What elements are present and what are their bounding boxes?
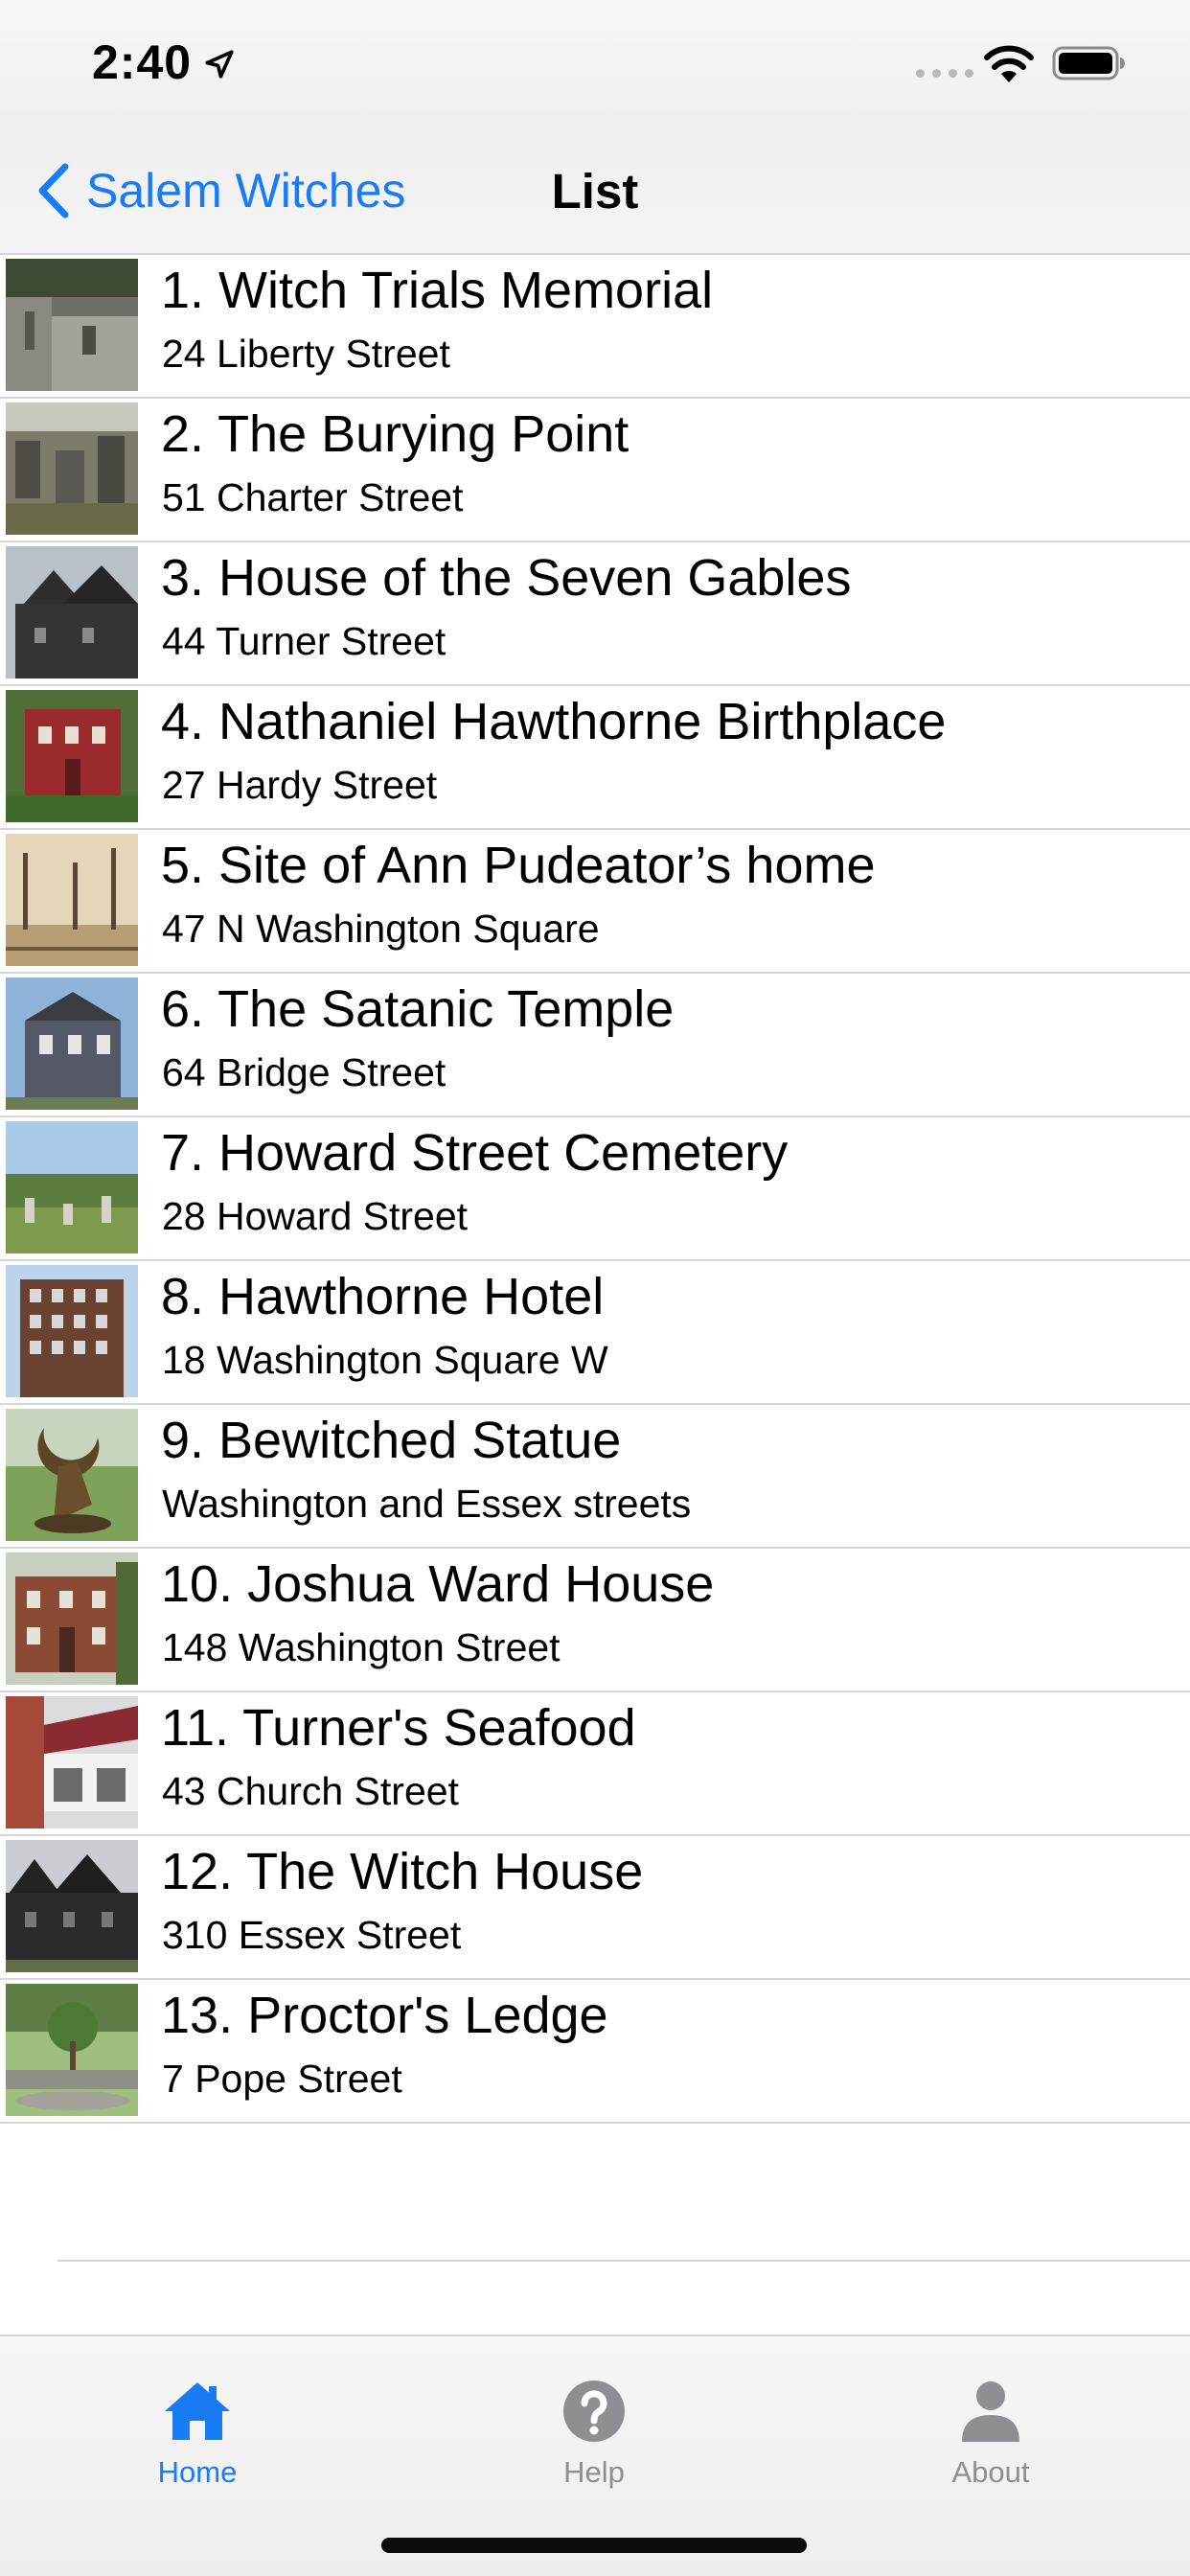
- place-thumbnail: [6, 1696, 138, 1828]
- place-address: 18 Washington Square W: [162, 1338, 608, 1382]
- tab-help[interactable]: Help: [498, 2356, 690, 2499]
- list-item[interactable]: 8. Hawthorne Hotel 18 Washington Square …: [0, 1261, 1190, 1405]
- place-address: 51 Charter Street: [162, 475, 464, 519]
- place-title: 9. Bewitched Statue: [161, 1412, 622, 1469]
- place-title: 11. Turner's Seafood: [161, 1699, 636, 1757]
- wifi-icon: [984, 45, 1034, 82]
- place-thumbnail: [6, 978, 138, 1110]
- list-item[interactable]: 11. Turner's Seafood 43 Church Street: [0, 1692, 1190, 1836]
- place-title: 5. Site of Ann Pudeator’s home: [161, 837, 876, 894]
- place-thumbnail: [6, 1840, 138, 1972]
- page-title: List: [551, 164, 639, 218]
- list-item[interactable]: 10. Joshua Ward House 148 Washington Str…: [0, 1549, 1190, 1692]
- place-title: 13. Proctor's Ledge: [161, 1987, 608, 2044]
- empty-row-separator: [57, 2260, 1190, 2262]
- place-title: 7. Howard Street Cemetery: [161, 1124, 789, 1182]
- battery-icon: [1052, 46, 1125, 80]
- place-address: 43 Church Street: [162, 1769, 459, 1813]
- list-item[interactable]: 4. Nathaniel Hawthorne Birthplace 27 Har…: [0, 686, 1190, 830]
- place-thumbnail: [6, 259, 138, 391]
- list-item[interactable]: 2. The Burying Point 51 Charter Street: [0, 399, 1190, 542]
- place-thumbnail: [6, 834, 138, 966]
- place-address: 7 Pope Street: [162, 2057, 402, 2101]
- status-time: 2:40: [92, 35, 193, 89]
- place-address: Washington and Essex streets: [162, 1482, 692, 1526]
- place-thumbnail: [6, 1121, 138, 1254]
- list-item[interactable]: 12. The Witch House 310 Essex Street: [0, 1836, 1190, 1980]
- place-address: 310 Essex Street: [162, 1913, 462, 1957]
- cellular-signal-icon: [916, 69, 973, 78]
- place-address: 28 Howard Street: [162, 1194, 469, 1238]
- place-thumbnail: [6, 1265, 138, 1397]
- top-bar: 2:40 Salem Witches List: [0, 0, 1190, 255]
- place-thumbnail: [6, 1409, 138, 1541]
- home-indicator[interactable]: [381, 2538, 807, 2553]
- tab-about-label: About: [951, 2455, 1030, 2489]
- person-icon: [962, 2381, 1019, 2442]
- place-address: 24 Liberty Street: [162, 332, 450, 376]
- list-item[interactable]: 5. Site of Ann Pudeator’s home 47 N Wash…: [0, 830, 1190, 974]
- place-title: 12. The Witch House: [161, 1843, 644, 1900]
- place-title: 6. The Satanic Temple: [161, 980, 675, 1038]
- place-thumbnail: [6, 546, 138, 678]
- place-title: 1. Witch Trials Memorial: [161, 262, 714, 319]
- list-item[interactable]: 6. The Satanic Temple 64 Bridge Street: [0, 974, 1190, 1117]
- tab-home-label: Home: [157, 2455, 238, 2489]
- place-address: 148 Washington Street: [162, 1625, 561, 1669]
- place-title: 10. Joshua Ward House: [161, 1555, 715, 1613]
- question-circle-icon: [563, 2380, 625, 2442]
- list-item[interactable]: 1. Witch Trials Memorial 24 Liberty Stre…: [0, 255, 1190, 399]
- place-address: 27 Hardy Street: [162, 763, 438, 807]
- location-arrow-icon: [205, 50, 234, 79]
- place-address: 47 N Washington Square: [162, 907, 600, 951]
- list-item[interactable]: 7. Howard Street Cemetery 28 Howard Stre…: [0, 1117, 1190, 1261]
- place-thumbnail: [6, 402, 138, 535]
- place-thumbnail: [6, 1552, 138, 1685]
- place-title: 2. The Burying Point: [161, 405, 629, 463]
- place-address: 64 Bridge Street: [162, 1050, 446, 1094]
- list-item[interactable]: 3. House of the Seven Gables 44 Turner S…: [0, 542, 1190, 686]
- list-item[interactable]: 9. Bewitched Statue Washington and Essex…: [0, 1405, 1190, 1549]
- place-title: 4. Nathaniel Hawthorne Birthplace: [161, 693, 947, 750]
- places-list: 1. Witch Trials Memorial 24 Liberty Stre…: [0, 255, 1190, 2124]
- place-address: 44 Turner Street: [162, 619, 446, 663]
- list-item[interactable]: 13. Proctor's Ledge 7 Pope Street: [0, 1980, 1190, 2124]
- app-screen: 2:40 Salem Witches List 1. Witch Trials …: [0, 0, 1190, 2576]
- house-icon: [165, 2382, 230, 2440]
- place-title: 3. House of the Seven Gables: [161, 549, 852, 607]
- tab-about[interactable]: About: [895, 2356, 1087, 2499]
- tab-home[interactable]: Home: [102, 2356, 293, 2499]
- place-thumbnail: [6, 690, 138, 822]
- place-thumbnail: [6, 1984, 138, 2116]
- place-title: 8. Hawthorne Hotel: [161, 1268, 605, 1325]
- tab-help-label: Help: [563, 2455, 625, 2489]
